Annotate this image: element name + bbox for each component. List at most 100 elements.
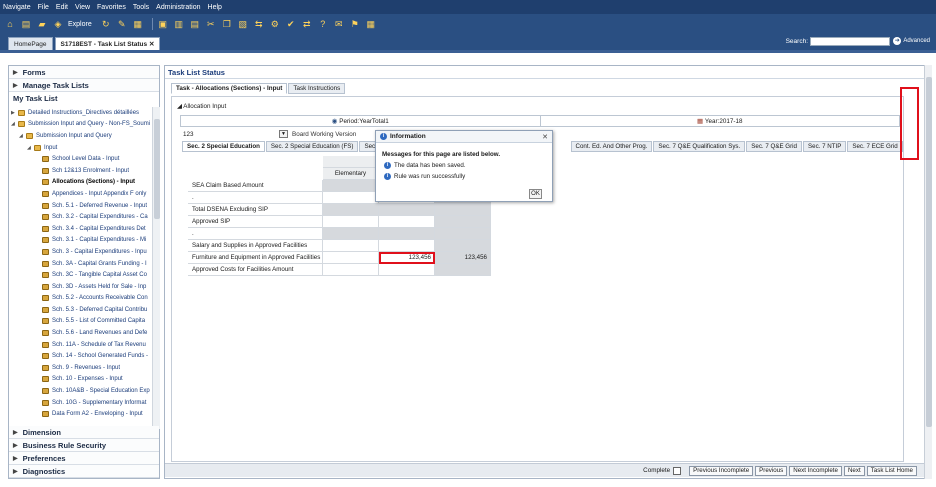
export-icon[interactable]: ▦ — [365, 18, 377, 30]
grid-tab[interactable]: Sec. 2 Special Education — [182, 141, 265, 152]
collapse-arrow-icon[interactable]: ◢ — [177, 103, 182, 110]
copy-icon[interactable]: ❐ — [221, 18, 233, 30]
tree-node[interactable]: Sch. 11A - Schedule of Tax Revenu — [9, 339, 151, 351]
tree-node[interactable]: ◢ Submission Input and Query - Non-FS_Sou… — [9, 119, 151, 131]
grid-tab[interactable]: Sec. 7 ECE Grid — [847, 141, 903, 152]
complete-checkbox[interactable] — [673, 466, 682, 475]
tree-node[interactable]: Sch. 5.6 - Land Revenues and Defe — [9, 327, 151, 339]
home-icon[interactable]: ⌂ — [4, 18, 16, 30]
accordion-business-rule-security[interactable]: ▶ Business Rule Security — [9, 439, 159, 452]
next-button[interactable]: Next — [843, 465, 865, 476]
tree-node[interactable]: Sch. 3A - Capital Grants Funding - I — [9, 258, 151, 270]
attach-icon[interactable]: ⚑ — [349, 18, 361, 30]
pov-period[interactable]: ◉ Period:YearTotal1 — [181, 116, 541, 126]
tree-node[interactable]: Sch. 5.2 - Accounts Receivable Con — [9, 293, 151, 305]
version-dropdown-button[interactable]: ▼ — [279, 130, 288, 138]
tree-node[interactable]: Sch. 3C - Tangible Capital Asset Co — [9, 269, 151, 281]
edit-icon[interactable]: ✎ — [116, 18, 128, 30]
tree-node[interactable]: Sch. 3.2 - Capital Expenditures - Ca — [9, 211, 151, 223]
next-incomplete-button[interactable]: Next Incomplete — [789, 465, 842, 476]
grid-cell[interactable] — [323, 216, 379, 228]
tree-node[interactable]: Sch. 9 - Revenues - Input — [9, 362, 151, 374]
advanced-search-link[interactable]: ➜ Advanced — [893, 37, 930, 45]
grid-cell[interactable] — [323, 192, 379, 204]
tree-node[interactable]: ◢ Input — [9, 142, 151, 154]
accordion-diagnostics[interactable]: ▶ Diagnostics — [9, 465, 159, 478]
menu-favorites[interactable]: Favorites — [97, 4, 126, 11]
grid-cell[interactable] — [323, 252, 379, 264]
accordion-preferences[interactable]: ▶ Preferences — [9, 452, 159, 465]
previous-incomplete-button[interactable]: Previous Incomplete — [689, 465, 754, 476]
comment-icon[interactable]: ✉ — [333, 18, 345, 30]
tree-node[interactable]: Sch. 3 - Capital Expenditures - Inpu — [9, 246, 151, 258]
menu-tools[interactable]: Tools — [133, 4, 149, 11]
grid-tab[interactable]: Cont. Ed. And Other Prog. — [570, 141, 653, 152]
menu-navigate[interactable]: Navigate — [3, 4, 31, 11]
tree-node[interactable]: Sch. 3D - Assets Held for Sale - Inp — [9, 281, 151, 293]
grid-cell-highlighted[interactable]: 123,456 — [379, 252, 435, 264]
explore-button[interactable]: Explore — [68, 21, 92, 28]
workflow-icon[interactable]: ⇄ — [301, 18, 313, 30]
tree-node[interactable]: Sch. 5.3 - Deferred Capital Contribu — [9, 304, 151, 316]
grid-tab[interactable]: Sec. 2 Special Education (FS) — [265, 141, 359, 152]
tree-node[interactable]: ▶ Detailed Instructions_Directives détail… — [9, 107, 151, 119]
save-icon[interactable]: ▥ — [173, 18, 185, 30]
grid-tab[interactable]: Sec. 7 NTIP — [803, 141, 847, 152]
tab-task-instructions[interactable]: Task Instructions — [288, 83, 346, 94]
accordion-dimension[interactable]: ▶ Dimension — [9, 426, 159, 439]
tab-task-input[interactable]: Task - Allocations (Sections) - Input — [171, 83, 288, 94]
tree-node[interactable]: Sch 12&13 Enrolment - Input — [9, 165, 151, 177]
tree-node[interactable]: Sch. 10 - Expenses - Input — [9, 374, 151, 386]
tree-node[interactable]: Sch. 3.4 - Capital Expenditures Det — [9, 223, 151, 235]
tree-scrollbar[interactable] — [152, 107, 160, 429]
tree-node[interactable]: Appendices - Input Appendix F only — [9, 188, 151, 200]
tab-task-list-status[interactable]: S1718EST - Task List Status ✕ — [54, 37, 161, 50]
tree-node[interactable]: Sch. 14 - School Generated Funds - — [9, 350, 151, 362]
refresh-icon[interactable]: ↻ — [100, 18, 112, 30]
pov-year[interactable]: ▦ Year:2017-18 — [541, 116, 900, 126]
grid-cell[interactable] — [379, 240, 435, 252]
close-icon[interactable]: ✕ — [542, 133, 548, 141]
version-dropdown-value[interactable]: Board Working Version — [292, 131, 356, 138]
tree-node[interactable]: Sch. 3.1 - Capital Expenditures - Mi — [9, 235, 151, 247]
grid-tab[interactable]: Sec. 7 Q&E Qualification Sys. — [653, 141, 746, 152]
tree-node-selected[interactable]: Allocations (Sections) - Input — [9, 177, 151, 189]
new-icon[interactable]: ▤ — [20, 18, 32, 30]
task-list-home-button[interactable]: Task List Home — [866, 465, 917, 476]
tree-node[interactable]: Sch. 10A&B - Special Education Exp — [9, 385, 151, 397]
menu-file[interactable]: File — [38, 4, 49, 11]
ok-button[interactable]: OK — [529, 189, 542, 199]
grid-cell[interactable] — [379, 216, 435, 228]
tree-node[interactable]: Sch. 5.1 - Deferred Revenue - Input — [9, 200, 151, 212]
instructions-icon[interactable]: ? — [317, 18, 329, 30]
close-icon[interactable]: ✕ — [149, 40, 154, 48]
tree-node[interactable]: Sch. 5.5 - List of Committed Capita — [9, 316, 151, 328]
paste-icon[interactable]: ▧ — [237, 18, 249, 30]
grid-tab[interactable]: Sec. 7 Q&E Grid — [746, 141, 802, 152]
tab-homepage[interactable]: HomePage — [8, 37, 53, 50]
previous-button[interactable]: Previous — [755, 465, 788, 476]
print-icon[interactable]: ▤ — [189, 18, 201, 30]
menu-help[interactable]: Help — [208, 4, 222, 11]
tree-node[interactable]: School Level Data - Input — [9, 153, 151, 165]
grid-cell[interactable] — [323, 240, 379, 252]
validate-icon[interactable]: ✔ — [285, 18, 297, 30]
menu-administration[interactable]: Administration — [156, 4, 200, 11]
rules-icon[interactable]: ⚙ — [269, 18, 281, 30]
cut-icon[interactable]: ✂ — [205, 18, 217, 30]
accordion-manage-task-lists[interactable]: ▶ Manage Task Lists — [9, 79, 159, 92]
main-scroll-thumb[interactable] — [926, 77, 932, 427]
tree-node[interactable]: Data Form A2 - Enveloping - Input — [9, 408, 151, 420]
explore-icon[interactable]: ◈ — [52, 18, 64, 30]
main-vertical-scrollbar[interactable] — [924, 65, 932, 479]
tree-node[interactable]: Sch. 10G - Supplementary Informat — [9, 397, 151, 409]
menu-edit[interactable]: Edit — [56, 4, 68, 11]
adjust-icon[interactable]: ⇆ — [253, 18, 265, 30]
menu-view[interactable]: View — [75, 4, 90, 11]
accordion-forms[interactable]: ▶ Forms — [9, 66, 159, 79]
grid-icon[interactable]: ▦ — [132, 18, 144, 30]
search-input[interactable] — [810, 37, 890, 46]
open-folder-icon[interactable]: ▰ — [36, 18, 48, 30]
tree-node[interactable]: ◢ Submission Input and Query — [9, 130, 151, 142]
tree-scroll-thumb[interactable] — [154, 119, 160, 219]
